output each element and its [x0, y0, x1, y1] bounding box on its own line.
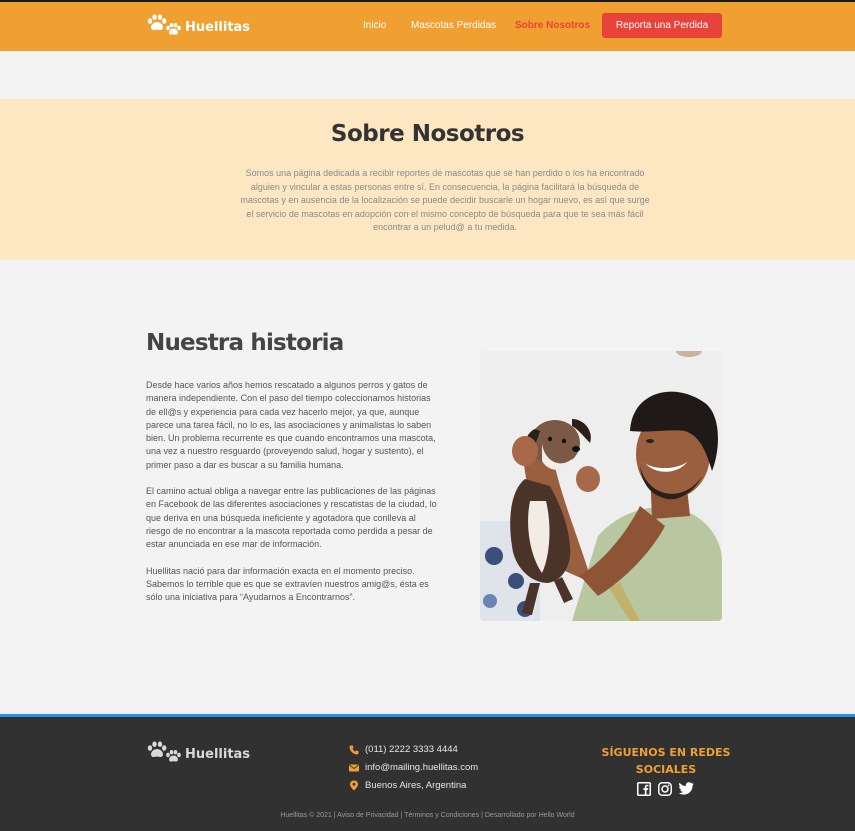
about-text: Somos una página dedicada a recibir repo…	[240, 168, 650, 232]
paw-icon	[147, 741, 181, 762]
top-navbar: Huellitas Inicio Mascotas Perdidas Sobre…	[0, 0, 855, 51]
contact-email[interactable]: info@mailing.huellitas.com	[349, 762, 478, 773]
contact-email-text: info@mailing.huellitas.com	[365, 762, 479, 773]
twitter-icon[interactable]	[679, 782, 694, 795]
about-title: Sobre Nosotros	[330, 121, 525, 147]
mail-icon	[349, 764, 359, 771]
contact-location: Buenos Aires, Argentina	[349, 780, 466, 791]
contact-location-text: Buenos Aires, Argentina	[365, 780, 467, 791]
contact-phone[interactable]: (011) 2222 3333 4444	[349, 744, 458, 755]
contact-phone-text: (011) 2222 3333 4444	[365, 744, 458, 755]
footer: Huellitas (011) 2222 3333 4444 info@mail…	[0, 714, 855, 831]
pin-icon	[350, 780, 358, 791]
copyright-text: Huellitas © 2021 | Aviso de Privacidad |…	[280, 812, 575, 819]
footer-brand-name: Huellitas	[185, 746, 251, 762]
paw-icon	[147, 14, 181, 35]
nav-link-sobre-nosotros[interactable]: Sobre Nosotros	[515, 20, 590, 31]
brand-logo[interactable]: Huellitas	[146, 14, 250, 40]
facebook-icon[interactable]	[637, 782, 651, 796]
man-holding-puppy-image	[480, 351, 722, 621]
social-title: SÍGUENOS EN REDES SOCIALES	[601, 746, 731, 776]
phone-icon	[349, 745, 359, 754]
instagram-icon[interactable]	[658, 782, 672, 796]
about-section: Sobre Nosotros Somos una página dedicada…	[0, 99, 855, 260]
brand-name: Huellitas	[185, 19, 251, 35]
report-loss-button[interactable]: Reporta una Perdida	[602, 13, 722, 38]
history-photo	[480, 351, 722, 621]
history-paragraph: Huellitas nació para dar información exa…	[146, 565, 429, 603]
nav-link-mascotas-perdidas[interactable]: Mascotas Perdidas	[411, 20, 496, 31]
footer-brand-logo[interactable]: Huellitas	[146, 741, 250, 767]
history-paragraph: Desde hace varios años hemos rescatado a…	[146, 380, 436, 470]
history-text: Desde hace varios años hemos rescatado a…	[146, 379, 438, 604]
history-title: Nuestra historia	[146, 330, 344, 356]
history-paragraph: El camino actual obliga a navegar entre …	[146, 486, 437, 550]
nav-link-inicio[interactable]: Inicio	[363, 20, 386, 31]
